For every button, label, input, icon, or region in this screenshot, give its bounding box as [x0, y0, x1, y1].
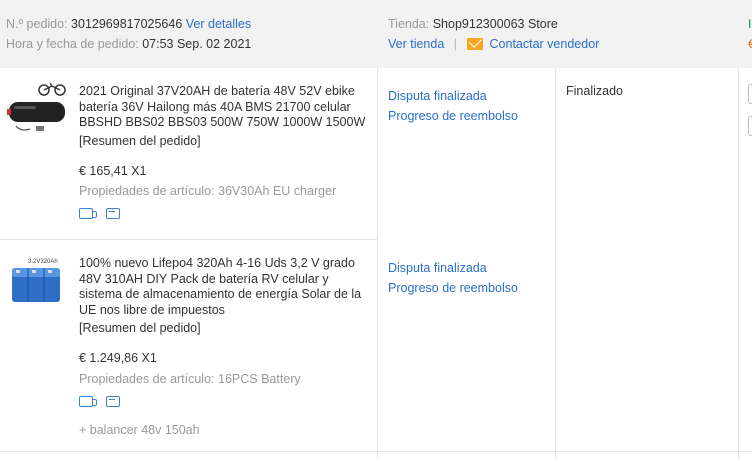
store-actions-row: Ver tienda | Contactar vendedor: [388, 37, 599, 51]
order-datetime-row: Hora y fecha de pedido: 07:53 Sep. 02 20…: [6, 37, 251, 51]
properties-label: Propiedades de artículo:: [79, 184, 215, 198]
contact-seller-label: Contactar vendedor: [489, 37, 600, 51]
refund-progress-link[interactable]: Progreso de reembolso: [388, 109, 518, 123]
column-divider: [555, 68, 556, 460]
service-icons: [79, 208, 130, 222]
row-divider: [0, 239, 377, 240]
store-name: Shop912300063 Store: [432, 17, 558, 31]
edge-green-text: I: [748, 17, 752, 31]
contact-seller-link[interactable]: Contactar vendedor: [466, 37, 600, 51]
order-number-row: N.º pedido: 3012969817025646 Ver detalle…: [6, 17, 251, 31]
mail-icon: [466, 38, 483, 50]
column-divider: [738, 68, 739, 460]
thumbnail-caption: 3.2V320Ah: [28, 259, 58, 265]
order-datetime-label: Hora y fecha de pedido:: [6, 37, 139, 51]
product-thumbnail-lifepo4[interactable]: 3.2V320Ah: [6, 254, 68, 316]
order-summary-link[interactable]: [Resumen del pedido]: [79, 134, 201, 148]
column-divider: [377, 68, 378, 460]
service-icons: [79, 396, 130, 410]
dispute-finished-link[interactable]: Disputa finalizada: [388, 89, 487, 103]
order-status: Finalizado: [566, 84, 623, 98]
order-header: N.º pedido: 3012969817025646 Ver detalle…: [0, 0, 752, 68]
product-price: € 1.249,86 X1: [79, 351, 157, 365]
view-store-link[interactable]: Ver tienda: [388, 37, 444, 51]
order-number: 3012969817025646: [71, 17, 183, 31]
return-icon[interactable]: [106, 208, 121, 219]
bottom-border: [0, 451, 752, 452]
properties-label: Propiedades de artículo:: [79, 372, 215, 386]
product-properties: Propiedades de artículo: 36V30Ah EU char…: [79, 184, 336, 198]
view-details-link[interactable]: Ver detalles: [186, 17, 251, 31]
product-title[interactable]: 100% nuevo Lifepo4 320Ah 4-16 Uds 3,2 V …: [79, 256, 375, 318]
order-summary-link[interactable]: [Resumen del pedido]: [79, 321, 201, 335]
order-datetime: 07:53 Sep. 02 2021: [142, 37, 252, 51]
refund-progress-link[interactable]: Progreso de reembolso: [388, 281, 518, 295]
edge-orange-text: €: [748, 37, 752, 51]
truck-icon[interactable]: [79, 396, 97, 407]
truck-icon[interactable]: [79, 208, 97, 219]
dispute-finished-link[interactable]: Disputa finalizada: [388, 261, 487, 275]
product-thumbnail-ebike[interactable]: [6, 82, 68, 144]
separator: |: [453, 37, 458, 51]
action-button-edge[interactable]: [748, 116, 752, 136]
product-properties: Propiedades de artículo: 16PCS Battery: [79, 372, 301, 386]
order-number-label: N.º pedido:: [6, 17, 68, 31]
action-button-edge[interactable]: [748, 84, 752, 104]
store-row: Tienda: Shop912300063 Store: [388, 17, 558, 31]
store-label: Tienda:: [388, 17, 430, 31]
properties-value: 36V30Ah EU charger: [218, 184, 337, 198]
product-title[interactable]: 2021 Original 37V20AH de batería 48V 52V…: [79, 84, 375, 131]
return-icon[interactable]: [106, 396, 121, 407]
properties-value: 16PCS Battery: [218, 372, 301, 386]
product-extra-note: + balancer 48v 150ah: [79, 423, 200, 437]
product-price: € 165,41 X1: [79, 164, 147, 178]
